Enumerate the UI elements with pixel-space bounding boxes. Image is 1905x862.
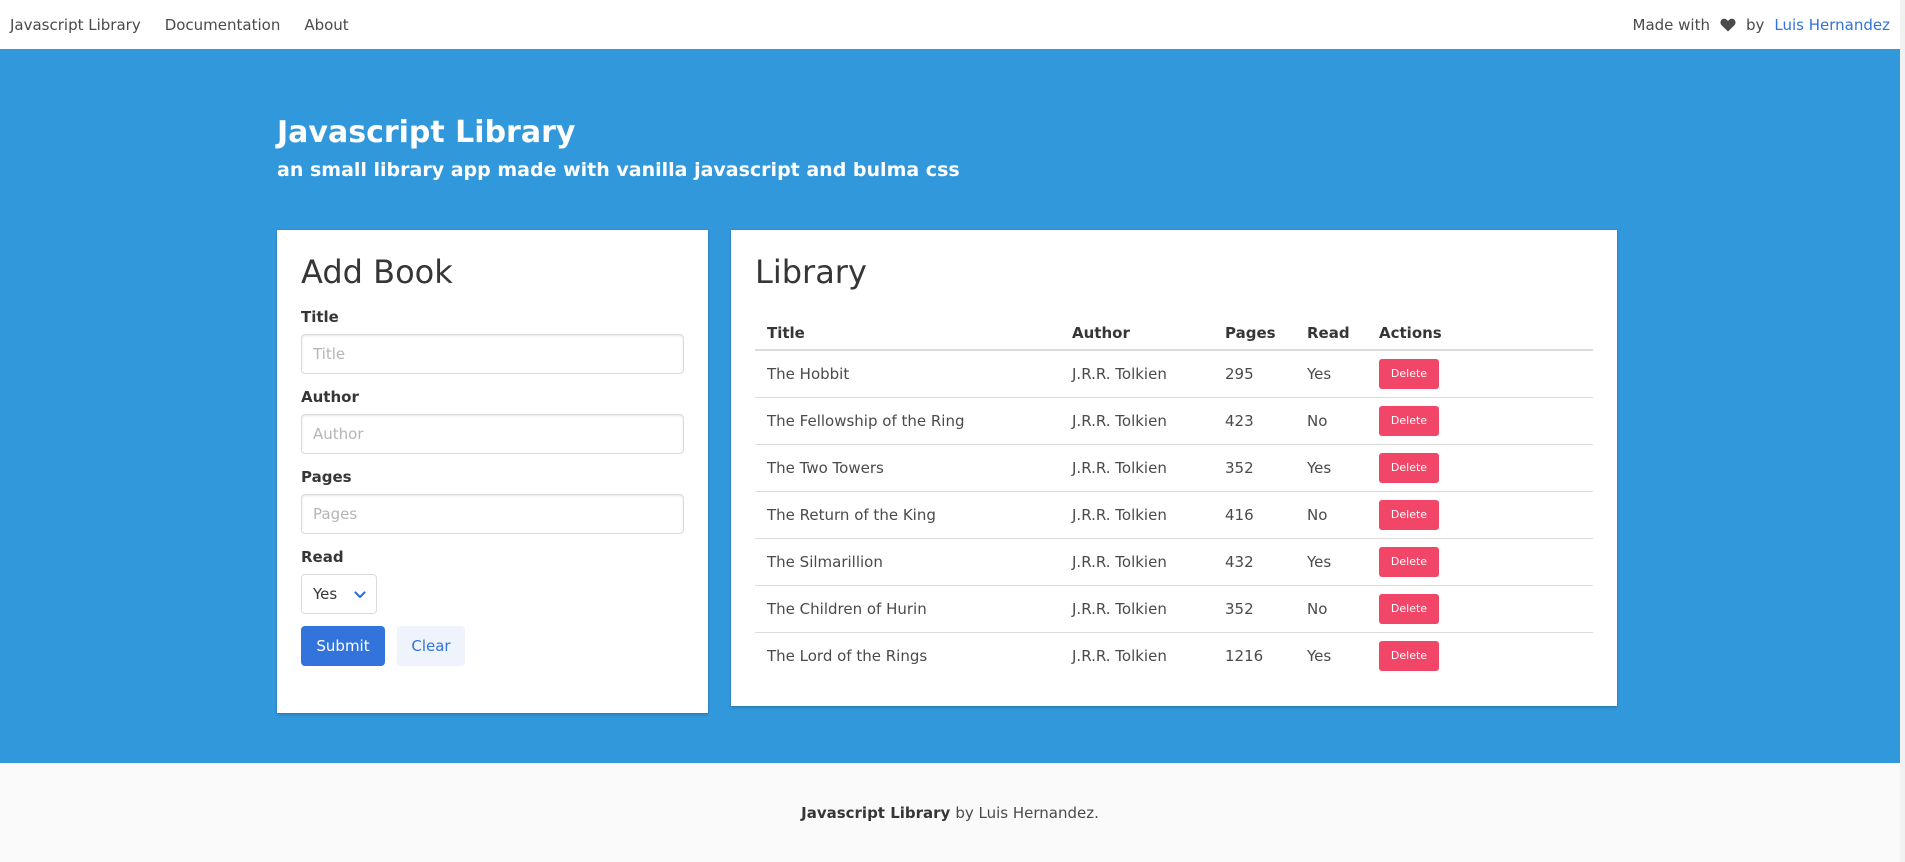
book-read: No: [1295, 585, 1367, 633]
navbar-start: Javascript Library Documentation About: [10, 16, 373, 34]
book-pages: 432: [1213, 538, 1295, 586]
table-row: The Silmarillion J.R.R. Tolkien 432 Yes …: [755, 538, 1593, 586]
delete-button[interactable]: Delete: [1379, 593, 1439, 624]
navbar-brand-link[interactable]: Javascript Library: [10, 16, 141, 34]
books-table: Title Author Pages Read Actions The Hobb…: [755, 316, 1593, 679]
table-row: The Lord of the Rings J.R.R. Tolkien 121…: [755, 632, 1593, 679]
hero-subtitle: an small library app made with vanilla j…: [277, 159, 960, 181]
add-book-title: Add Book: [301, 253, 453, 291]
book-actions: Delete: [1367, 632, 1593, 679]
book-read: Yes: [1307, 646, 1332, 665]
delete-button[interactable]: Delete: [1379, 640, 1439, 671]
vertical-scrollbar[interactable]: [1900, 0, 1905, 862]
book-read: No: [1295, 397, 1367, 445]
author-input[interactable]: [301, 414, 684, 454]
book-pages: 352: [1213, 444, 1295, 492]
footer-brand: Javascript Library: [801, 803, 951, 822]
read-select[interactable]: Yes: [301, 574, 377, 614]
column-header-author: Author: [1060, 316, 1213, 351]
navbar-end: Made with by Luis Hernandez: [1633, 16, 1890, 34]
column-header-pages: Pages: [1213, 316, 1295, 351]
hero-title: Javascript Library: [277, 115, 576, 150]
title-label: Title: [301, 308, 339, 326]
chevron-down-icon: [354, 585, 366, 603]
table-row: The Two Towers J.R.R. Tolkien 352 Yes De…: [755, 444, 1593, 492]
book-title: The Children of Hurin: [755, 585, 1060, 633]
book-author: J.R.R. Tolkien: [1060, 538, 1213, 586]
book-title: The Hobbit: [755, 350, 1060, 398]
book-read: Yes: [1295, 444, 1367, 492]
submit-button[interactable]: Submit: [301, 626, 385, 666]
nav-item-documentation[interactable]: Documentation: [165, 16, 281, 34]
delete-button[interactable]: Delete: [1379, 546, 1439, 577]
author-label: Author: [301, 388, 359, 406]
clear-button[interactable]: Clear: [397, 626, 465, 666]
library-card: Library Title Author Pages Read Actions …: [731, 230, 1617, 706]
book-pages: 1216: [1225, 646, 1264, 665]
by-text: by: [1746, 15, 1765, 34]
author-link[interactable]: Luis Hernandez: [1774, 16, 1890, 34]
read-label: Read: [301, 548, 344, 566]
table-row: The Return of the King J.R.R. Tolkien 41…: [755, 491, 1593, 539]
form-buttons: Submit Clear: [301, 626, 684, 666]
top-navbar: Javascript Library Documentation About M…: [0, 0, 1900, 49]
book-actions: Delete: [1367, 538, 1593, 586]
book-actions: Delete: [1367, 491, 1593, 539]
book-title: The Two Towers: [755, 444, 1060, 492]
delete-button[interactable]: Delete: [1379, 358, 1439, 389]
heart-icon: [1720, 18, 1736, 32]
book-title: The Silmarillion: [755, 538, 1060, 586]
hero-section: Javascript Library an small library app …: [0, 49, 1900, 763]
book-actions: Delete: [1367, 444, 1593, 492]
title-input[interactable]: [301, 334, 684, 374]
made-with-text: Made with: [1632, 15, 1710, 34]
book-author: J.R.R. Tolkien: [1060, 350, 1213, 398]
pages-input[interactable]: [301, 494, 684, 534]
table-row: The Fellowship of the Ring J.R.R. Tolkie…: [755, 397, 1593, 445]
library-title: Library: [755, 253, 867, 291]
column-header-read: Read: [1295, 316, 1367, 351]
add-book-card: Add Book Title Author Pages Read Yes Sub…: [277, 230, 708, 713]
book-pages: 416: [1213, 491, 1295, 539]
delete-button[interactable]: Delete: [1379, 452, 1439, 483]
book-pages: 352: [1213, 585, 1295, 633]
book-author: J.R.R. Tolkien: [1072, 646, 1167, 665]
book-title: The Lord of the Rings: [767, 646, 928, 665]
table-row: The Children of Hurin J.R.R. Tolkien 352…: [755, 585, 1593, 633]
book-author: J.R.R. Tolkien: [1060, 585, 1213, 633]
pages-label: Pages: [301, 468, 352, 486]
book-title: The Fellowship of the Ring: [755, 397, 1060, 445]
book-author: J.R.R. Tolkien: [1060, 444, 1213, 492]
book-title: The Return of the King: [755, 491, 1060, 539]
book-actions: Delete: [1367, 397, 1593, 445]
page-footer: Javascript Library by Luis Hernandez.: [0, 763, 1900, 862]
book-author: J.R.R. Tolkien: [1060, 491, 1213, 539]
book-actions: Delete: [1367, 585, 1593, 633]
table-header-row: Title Author Pages Read Actions: [755, 316, 1593, 351]
book-actions: Delete: [1367, 350, 1593, 398]
book-pages: 423: [1213, 397, 1295, 445]
delete-button[interactable]: Delete: [1379, 499, 1439, 530]
column-header-title: Title: [755, 316, 1060, 351]
footer-byline: by Luis Hernandez.: [955, 803, 1099, 822]
book-read: Yes: [1295, 538, 1367, 586]
book-read: No: [1295, 491, 1367, 539]
nav-item-about[interactable]: About: [304, 16, 348, 34]
read-select-value: Yes: [313, 585, 338, 603]
book-read: Yes: [1295, 350, 1367, 398]
column-header-actions: Actions: [1367, 316, 1593, 351]
book-pages: 295: [1213, 350, 1295, 398]
book-author: J.R.R. Tolkien: [1060, 397, 1213, 445]
delete-button[interactable]: Delete: [1379, 405, 1439, 436]
table-row: The Hobbit J.R.R. Tolkien 295 Yes Delete: [755, 350, 1593, 398]
